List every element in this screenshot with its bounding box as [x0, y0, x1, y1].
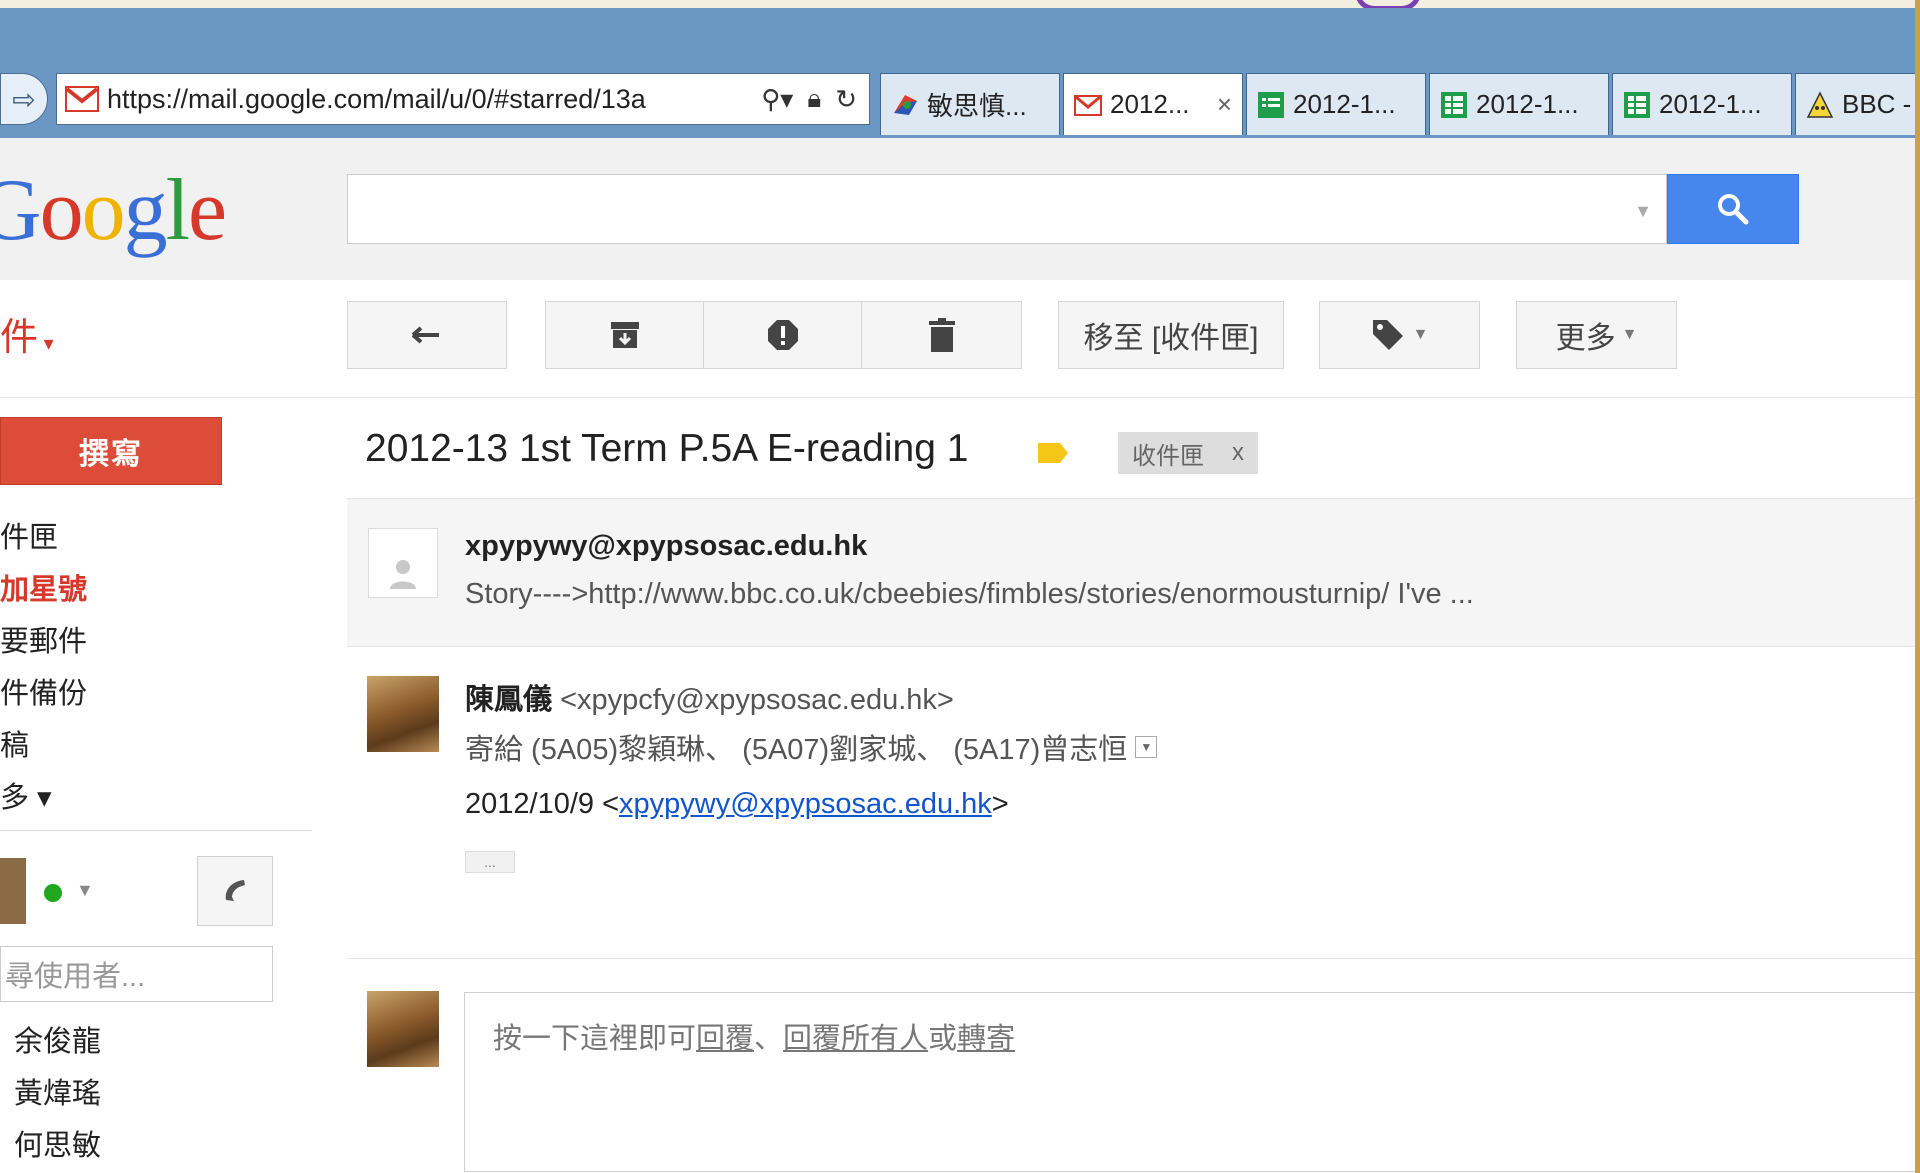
- archive-button[interactable]: [545, 301, 704, 369]
- label-chip-inbox[interactable]: 收件匣 x: [1118, 432, 1258, 474]
- spreadsheet-icon: [1441, 91, 1467, 118]
- labels-caret-icon: ▼: [1412, 326, 1429, 343]
- tab-label: 2012...: [1110, 89, 1190, 119]
- slide-right-border: [1915, 0, 1920, 1173]
- show-trimmed-content-button[interactable]: ...: [465, 851, 515, 873]
- search-icon: [1718, 194, 1749, 225]
- contact-item[interactable]: 余俊龍: [14, 1016, 101, 1068]
- thread-separator: [347, 958, 1920, 959]
- call-phone-button[interactable]: [197, 856, 273, 926]
- contact-item[interactable]: 何思敏: [14, 1120, 101, 1172]
- gmail-header: Google ▼: [0, 138, 1920, 281]
- tab-item[interactable]: 2012-1...: [1429, 73, 1609, 135]
- phone-icon: [225, 880, 245, 901]
- more-button[interactable]: 更多 ▼: [1516, 301, 1677, 369]
- forward-link[interactable]: 轉寄: [957, 1023, 1015, 1055]
- search-input[interactable]: ▼: [347, 174, 1667, 244]
- archive-icon: [610, 322, 639, 348]
- thread-subject: 2012-13 1st Term P.5A E-reading 1: [365, 427, 969, 470]
- address-tools: ⚲▾ 🔒︎ ↻: [761, 83, 857, 115]
- url-text: https://mail.google.com/mail/u/0/#starre…: [107, 83, 646, 114]
- tab-label: 2012-1...: [1476, 89, 1579, 119]
- sidebar-item-more[interactable]: 多 ▾: [0, 772, 87, 824]
- label-tag-icon: [1372, 320, 1403, 350]
- message-body: 2012/10/9 <xpypywy@xpypsosac.edu.hk>: [465, 788, 1009, 820]
- delete-button[interactable]: [861, 301, 1022, 369]
- sidebar-item-inbox[interactable]: 件匣: [0, 512, 87, 564]
- more-caret-icon: ▼: [1621, 326, 1638, 343]
- avatar[interactable]: [0, 858, 26, 924]
- search-button[interactable]: [1667, 174, 1799, 244]
- bbc-character-icon: [1806, 90, 1834, 118]
- message-sender[interactable]: xpypywy@xpypsosac.edu.hk: [465, 530, 867, 563]
- reply-box[interactable]: 按一下這裡即可回覆、回覆所有人或轉寄: [464, 992, 1920, 1172]
- tab-label: 敏思慎...: [927, 91, 1027, 121]
- google-logo: Google: [0, 162, 227, 259]
- mail-dropdown[interactable]: 件 ▾: [0, 306, 54, 361]
- reply-all-link[interactable]: 回覆所有人: [783, 1023, 928, 1055]
- gmail-app: Google ▼ 件 ▾ 移至 [收件匣] ▼ 更多 ▼ 撰寫 件匣 加星號 要…: [0, 138, 1920, 1173]
- colorful-logo-icon: [894, 94, 917, 115]
- reply-link[interactable]: 回覆: [696, 1023, 754, 1055]
- report-spam-button[interactable]: [703, 301, 862, 369]
- back-to-list-button[interactable]: [347, 301, 507, 369]
- move-to-button[interactable]: 移至 [收件匣]: [1058, 301, 1284, 369]
- status-caret-icon[interactable]: ▼: [76, 880, 94, 901]
- avatar: [367, 991, 439, 1067]
- tab-item[interactable]: 2012-1...: [1246, 73, 1426, 135]
- sidebar-item-starred[interactable]: 加星號: [0, 564, 87, 616]
- compose-button[interactable]: 撰寫: [0, 417, 222, 485]
- gmail-icon: [1074, 94, 1102, 116]
- tab-label: 2012-1...: [1659, 89, 1762, 119]
- tab-item-active[interactable]: 2012... ×: [1063, 73, 1243, 135]
- gmail-icon: [65, 86, 99, 112]
- label-chip-text: 收件匣: [1132, 442, 1204, 470]
- refresh-icon[interactable]: ↻: [835, 84, 857, 115]
- status-online-icon[interactable]: [44, 884, 62, 902]
- people-search-input[interactable]: 尋使用者...: [0, 946, 273, 1002]
- search-options-caret-icon[interactable]: ▼: [1634, 201, 1652, 222]
- search-icon[interactable]: ⚲▾: [761, 84, 793, 115]
- sidebar-divider: [0, 830, 312, 831]
- person-icon: [390, 560, 416, 589]
- sidebar-item-sent[interactable]: 件備份: [0, 668, 87, 720]
- message-snippet: Story---->http://www.bbc.co.uk/cbeebies/…: [465, 578, 1474, 610]
- tab-label: BBC -: [1842, 89, 1912, 119]
- details-dropdown-icon[interactable]: ▼: [1135, 736, 1158, 758]
- sidebar-nav: 件匣 加星號 要郵件 件備份 稿 多 ▾: [0, 512, 87, 824]
- recipients-line: 寄給 (5A05)黎穎琳、 (5A07)劉家城、 (5A17)曾志恒 ▼: [465, 726, 1158, 768]
- contact-list: 余俊龍 黃煒瑤 何思敏: [14, 1016, 101, 1172]
- form-icon: [1258, 91, 1284, 118]
- trash-icon: [928, 318, 955, 352]
- screen: ⇨ https://mail.google.com/mail/u/0/#star…: [0, 0, 1920, 1173]
- sidebar-item-drafts[interactable]: 稿: [0, 720, 87, 772]
- lock-icon[interactable]: 🔒︎: [807, 83, 821, 115]
- tab-item[interactable]: 2012-1...: [1612, 73, 1792, 135]
- email-link[interactable]: xpypywy@xpypsosac.edu.hk: [619, 788, 992, 820]
- message-sender[interactable]: 陳鳳儀 <xpypcfy@xpypsosac.edu.hk>: [465, 676, 954, 718]
- spam-icon: [767, 320, 798, 350]
- label-chip-remove-icon[interactable]: x: [1232, 439, 1244, 467]
- avatar[interactable]: [367, 676, 439, 752]
- avatar: [368, 528, 438, 598]
- back-arrow-icon: [411, 326, 439, 344]
- contact-item[interactable]: 黃煒瑤: [14, 1068, 101, 1120]
- important-marker-icon[interactable]: [1036, 441, 1070, 465]
- tab-strip: 敏思慎... 2012... × 2012-1... 2012-1... 201…: [880, 73, 1920, 135]
- address-bar[interactable]: https://mail.google.com/mail/u/0/#starre…: [56, 73, 870, 125]
- collapsed-message[interactable]: [347, 498, 1920, 647]
- labels-button[interactable]: ▼: [1319, 301, 1480, 369]
- tab-item[interactable]: BBC -: [1795, 73, 1920, 135]
- tab-close-icon[interactable]: ×: [1217, 89, 1232, 120]
- tab-label: 2012-1...: [1293, 89, 1396, 119]
- spreadsheet-icon: [1624, 91, 1650, 118]
- tab-item[interactable]: 敏思慎...: [880, 73, 1060, 135]
- sidebar-item-important[interactable]: 要郵件: [0, 616, 87, 668]
